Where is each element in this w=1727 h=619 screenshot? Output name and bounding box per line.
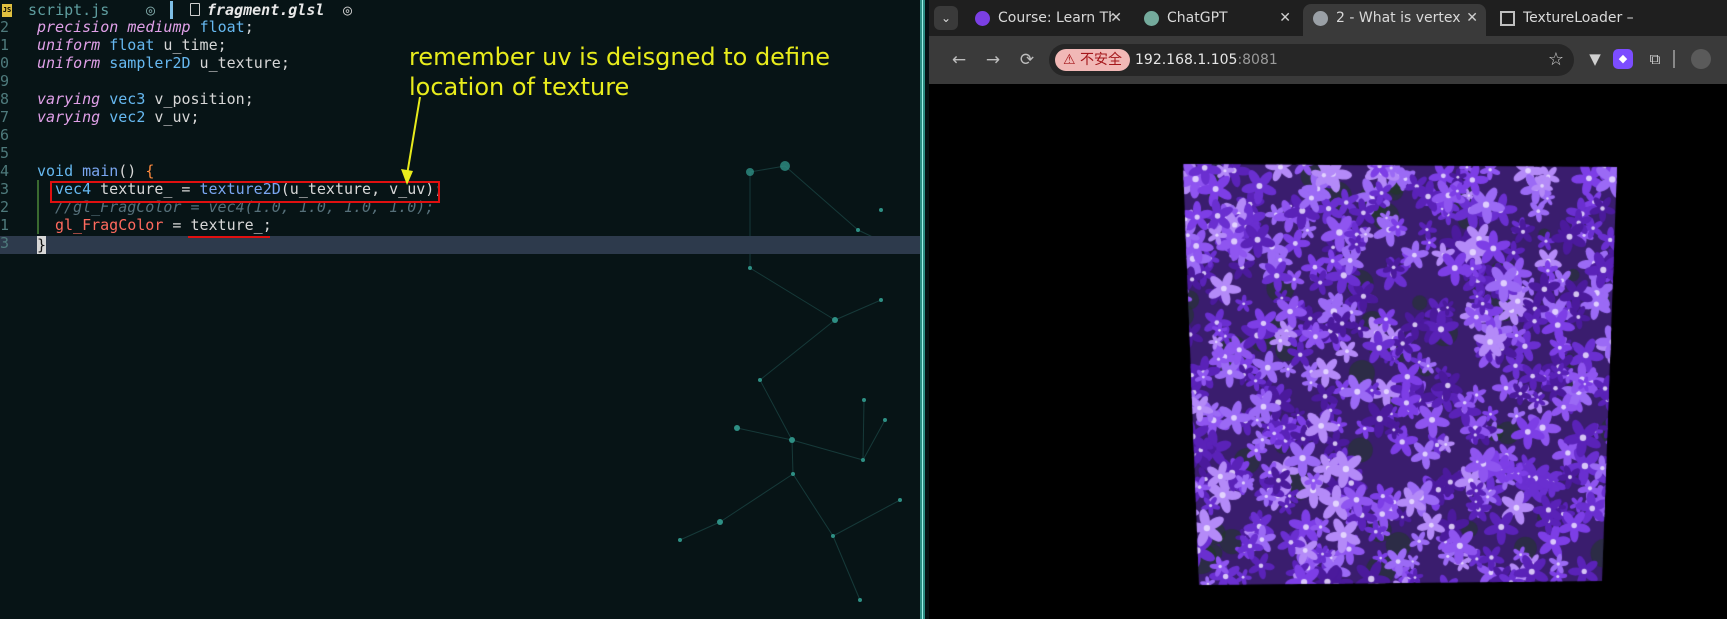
address-bar[interactable]: ⚠ 不安全 192.168.1.105:8081 ☆ [1049,44,1574,76]
line-number: 4 [0,162,10,180]
cursor-char: } [37,236,47,254]
url-host: 192.168.1.105 [1135,52,1238,68]
toolbar-divider [1673,50,1675,68]
window-divider-line [922,0,923,619]
line-number: 9 [0,72,10,90]
tab-course-learn-three[interactable]: Course: Learn Three ✕ [965,4,1130,36]
chevron-down-icon[interactable]: ⌄ [934,6,958,30]
code-text: gl_FragColor = texture_; [55,216,272,234]
tab-textureloader[interactable]: TextureLoader – [1490,4,1727,36]
puzzle-extensions-icon[interactable]: ⧉ [1645,49,1665,69]
chatgpt-favicon-icon [1144,11,1159,26]
tab-what-is-vertexshader[interactable]: 2 - What is vertexsha ✕ [1303,4,1486,36]
highlight-underline [188,236,270,238]
modified-marker-icon: ◎ [343,1,353,19]
line-number: 0 [0,54,10,72]
code-line[interactable]: 4 void main() { [0,162,920,180]
bookmark-star-icon[interactable]: ☆ [1548,44,1564,76]
indent-guide [37,198,39,216]
javascript-file-icon: JS [2,4,12,17]
line-number: 7 [0,108,10,126]
highlight-box [50,181,440,203]
code-line[interactable]: 1 gl_FragColor = texture_; [0,216,920,234]
code-line[interactable]: 6 [0,126,920,144]
indent-guide [37,216,39,234]
code-line[interactable]: 7 varying vec2 v_uv; [0,108,920,126]
file-icon [190,3,200,16]
course-favicon-icon [975,11,990,26]
vue-devtools-extension-icon[interactable]: ▼ [1585,49,1605,69]
code-text: precision mediump float; [37,18,254,36]
indent-guide [37,180,39,198]
tab-strip: ⌄ Course: Learn Three ✕ ChatGPT ✕ 2 - Wh… [929,0,1727,36]
modified-marker-icon: ◎ [146,1,156,19]
close-icon[interactable]: ✕ [1466,4,1478,32]
code-text: uniform sampler2D u_texture; [37,54,290,72]
webgl-viewport[interactable] [929,84,1727,619]
threejs-favicon-icon [1500,11,1515,26]
code-text: uniform float u_time; [37,36,227,54]
code-line[interactable]: 5 [0,144,920,162]
url-text[interactable]: 192.168.1.105:8081 [1135,44,1278,76]
avatar[interactable] [1691,49,1711,69]
code-line[interactable]: 2 precision mediump float; [0,18,920,36]
shield-extension-icon[interactable]: ◆ [1613,49,1633,69]
browser-window[interactable]: ⌄ Course: Learn Three ✕ ChatGPT ✕ 2 - Wh… [929,0,1727,619]
code-text: varying vec2 v_uv; [37,108,200,126]
annotation-arrow [401,96,421,185]
code-text: void main() { [37,162,155,180]
forward-icon[interactable]: → [983,50,1003,70]
line-number: 2 [0,198,10,216]
line-number: 5 [0,144,10,162]
line-number: 8 [0,90,10,108]
line-number: 6 [0,126,10,144]
back-icon[interactable]: ← [949,50,969,70]
code-editor[interactable]: JS script.js ◎ fragment.glsl ◎ 2 precisio… [0,0,920,619]
tab-script-js[interactable]: script.js [28,1,109,19]
line-number: 3 [0,180,10,198]
tab-chatgpt[interactable]: ChatGPT ✕ [1134,4,1299,36]
annotation-text: remember uv is deisgned to define locati… [409,43,831,101]
close-icon[interactable]: ✕ [1110,4,1122,32]
code-text: varying vec3 v_position; [37,90,254,108]
browser-toolbar: ← → ⟳ ⚠ 不安全 192.168.1.105:8081 ☆ ▼ ◆ ⧉ [929,36,1727,84]
line-number: 3 [0,234,10,252]
code-line[interactable]: 3 [0,234,920,252]
line-number: 1 [0,36,10,54]
line-number: 1 [0,216,10,234]
tab-fragment-glsl[interactable]: fragment.glsl [207,1,324,19]
not-secure-badge[interactable]: ⚠ 不安全 [1055,49,1131,71]
tab-separator [170,1,173,19]
url-port: :8081 [1237,52,1278,68]
purple-flowers-texture-plane[interactable] [929,84,1727,619]
reload-icon[interactable]: ⟳ [1017,50,1037,70]
globe-icon [1313,11,1328,26]
close-icon[interactable]: ✕ [1279,4,1291,32]
line-number: 2 [0,18,10,36]
